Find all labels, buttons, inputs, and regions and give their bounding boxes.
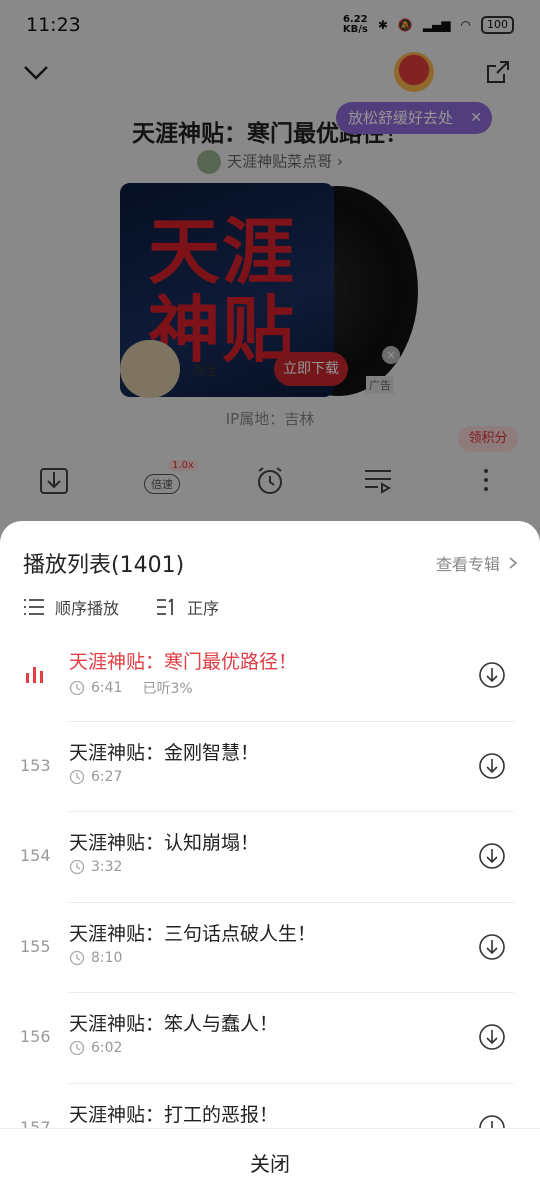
clock-icon [69,769,85,784]
list-order-icon [24,599,44,615]
list-item[interactable]: 155 天涯神贴：三句话点破人生！ 8:10 [0,903,540,993]
list-item[interactable]: 天涯神贴：寒门最优路径！ 6:41 已听3% [0,631,540,722]
play-modes: 顺序播放 正序 [23,595,219,619]
track-duration: 6:02 [91,1040,123,1056]
track-meta: 6:27 [69,769,122,785]
track-duration: 6:41 [91,680,123,696]
track-title: 天涯神贴：金刚智慧！ [69,741,260,764]
track-progress: 已听3% [142,681,193,697]
track-title: 天涯神贴：笨人与蠢人！ [69,1013,279,1035]
list-item[interactable]: 153 天涯神贴：金刚智慧！ 6:27 [0,722,540,812]
sequential-play-button[interactable]: 顺序播放 [23,595,119,619]
track-number: 156 [20,1027,51,1046]
track-number: 154 [20,846,51,865]
track-meta: 6:02 [69,1040,122,1056]
chevron-right-icon [509,557,518,569]
track-number: 155 [20,936,51,956]
download-icon[interactable] [478,661,506,689]
download-icon[interactable] [478,842,506,870]
download-icon[interactable] [478,752,506,780]
close-button[interactable]: 关闭 [0,1128,540,1200]
track-title: 天涯神贴：三句话点破人生！ [69,922,317,945]
track-title: 天涯神贴：寒门最优路径！ [69,651,298,673]
playlist-list: 天涯神贴：寒门最优路径！ 6:41 已听3% 153 天涯神贴：金刚智慧！ 6:… [0,631,540,1174]
download-icon[interactable] [478,1023,506,1051]
list-item[interactable]: 154 天涯神贴：认知崩塌！ 3:32 [0,812,540,903]
sort-order-button[interactable]: 正序 [155,595,219,619]
track-meta: 3:32 [69,859,122,875]
now-playing-icon [26,667,43,683]
download-icon[interactable] [478,933,506,961]
playlist-title: 播放列表(1401) [23,553,185,578]
clock-icon [69,859,85,875]
track-meta: 8:10 [69,950,122,966]
view-album-link[interactable]: 查看专辑 [436,551,518,575]
list-item[interactable]: 156 天涯神贴：笨人与蠢人！ 6:02 [0,993,540,1084]
clock-icon [69,680,85,696]
track-meta: 6:41 已听3% [69,678,193,698]
track-duration: 3:32 [91,859,123,875]
track-title: 天涯神贴：认知崩塌！ [69,832,260,854]
track-number: 153 [20,755,51,775]
sort-ascending-icon [157,598,173,615]
track-title: 天涯神贴：打工的恶报！ [69,1103,279,1126]
clock-icon [69,950,85,965]
track-duration: 6:27 [91,768,123,785]
playlist-sheet: 播放列表(1401) 查看专辑 顺序播放 正序 天涯神贴：寒门最优路径！ 6:4… [0,521,540,1200]
track-duration: 8:10 [91,949,123,966]
clock-icon [69,1040,85,1056]
